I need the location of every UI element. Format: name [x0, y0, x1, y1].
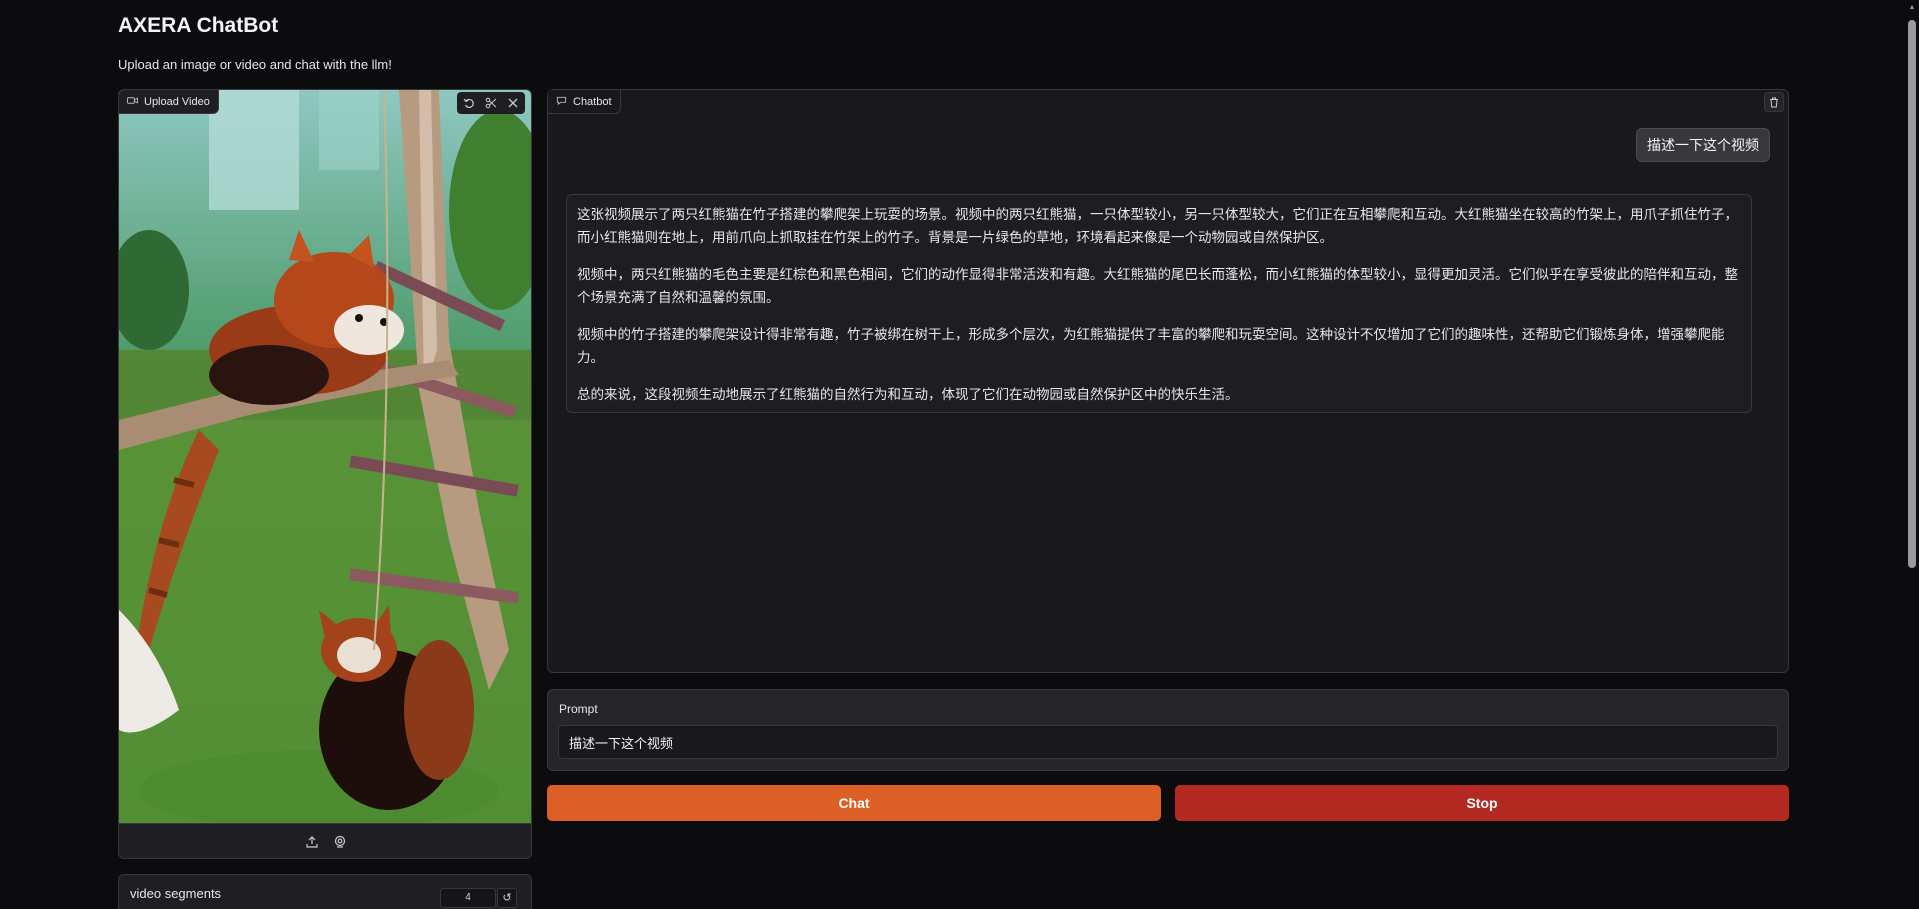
prompt-box: Prompt: [547, 689, 1789, 771]
video-segments-input[interactable]: 4: [440, 888, 496, 908]
video-segments-label: video segments: [130, 886, 222, 901]
chatbot-panel: Chatbot 描述一下这个视频 这张视频展示了两只红熊猫在竹子搭建的攀爬架上玩…: [547, 89, 1789, 673]
chatbot-panel-label: Chatbot: [548, 90, 621, 114]
video-frame-red-pandas[interactable]: [119, 90, 532, 823]
prompt-label: Prompt: [559, 702, 598, 716]
video-camera-icon: [127, 95, 138, 109]
chatbot-panel-label-text: Chatbot: [573, 95, 612, 108]
stop-button[interactable]: Stop: [1175, 785, 1789, 821]
close-icon[interactable]: [503, 94, 523, 112]
reset-icon[interactable]: ↺: [497, 888, 517, 908]
video-segments-control: video segments 4 ↺: [118, 874, 532, 909]
scissors-icon[interactable]: [481, 94, 501, 112]
video-toolbar: [457, 92, 525, 114]
bot-message-paragraph: 视频中，两只红熊猫的毛色主要是红棕色和黑色相间，它们的动作显得非常活泼和有趣。大…: [577, 267, 1738, 305]
bot-message-paragraph: 这张视频展示了两只红熊猫在竹子搭建的攀爬架上玩耍的场景。视频中的两只红熊猫，一只…: [577, 207, 1738, 245]
scroll-up-arrow-icon[interactable]: ▲: [1908, 4, 1916, 12]
bot-message-paragraph: 视频中的竹子搭建的攀爬架设计得非常有趣，竹子被绑在树干上，形成多个层次，为红熊猫…: [577, 327, 1725, 365]
trash-icon[interactable]: [1764, 92, 1784, 112]
bot-message-paragraph: 总的来说，这段视频生动地展示了红熊猫的自然行为和互动，体现了它们在动物园或自然保…: [577, 387, 1239, 402]
page-scrollbar[interactable]: ▲: [1905, 0, 1919, 909]
webcam-icon[interactable]: [331, 833, 349, 851]
upload-icon[interactable]: [303, 833, 321, 851]
user-message: 描述一下这个视频: [1636, 128, 1770, 162]
app-title: AXERA ChatBot: [118, 14, 279, 37]
video-source-bar: [119, 823, 531, 858]
video-panel-label-text: Upload Video: [144, 95, 210, 108]
prompt-input[interactable]: [558, 725, 1778, 759]
chat-button[interactable]: Chat: [547, 785, 1161, 821]
video-upload-panel: Upload Video: [118, 89, 532, 859]
app-subtitle: Upload an image or video and chat with t…: [118, 57, 392, 72]
video-panel-label: Upload Video: [119, 90, 219, 114]
chat-bubble-icon: [556, 95, 567, 109]
bot-message: 这张视频展示了两只红熊猫在竹子搭建的攀爬架上玩耍的场景。视频中的两只红熊猫，一只…: [566, 194, 1752, 413]
undo-icon[interactable]: [459, 94, 479, 112]
page: AXERA ChatBot Upload an image or video a…: [0, 0, 1919, 909]
scrollbar-thumb[interactable]: [1908, 20, 1916, 568]
